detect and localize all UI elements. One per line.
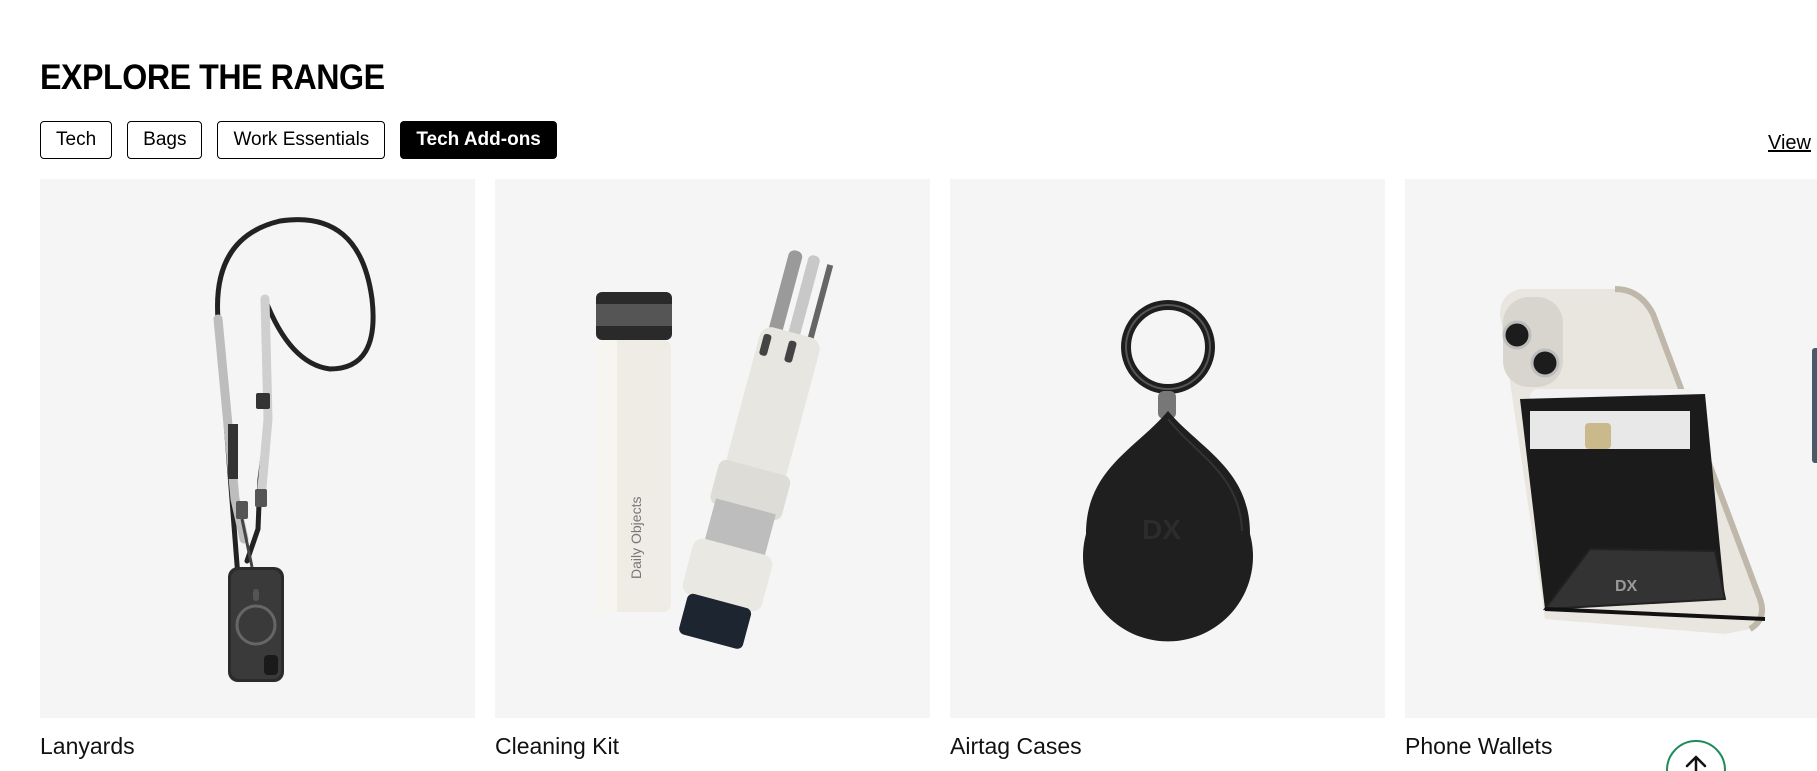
- cleaning-kit-image: Daily Objects: [495, 179, 930, 718]
- product-card-lanyards[interactable]: Lanyards: [40, 179, 475, 760]
- section-title: EXPLORE THE RANGE: [40, 58, 385, 97]
- bottle-brand-text: Daily Objects: [628, 497, 644, 579]
- wallet-logo-text: DX: [1615, 578, 1638, 595]
- view-all-link[interactable]: View: [1768, 132, 1811, 155]
- product-name: Airtag Cases: [950, 733, 1082, 759]
- product-name: Lanyards: [40, 733, 135, 759]
- product-name: Cleaning Kit: [495, 733, 620, 759]
- product-card-airtag-cases[interactable]: DX Airtag Cases: [950, 179, 1385, 760]
- tab-bags[interactable]: Bags: [127, 121, 203, 159]
- tab-work-essentials[interactable]: Work Essentials: [217, 121, 386, 159]
- tab-tech[interactable]: Tech: [40, 121, 113, 159]
- phone-wallet-image: DX: [1405, 179, 1817, 718]
- arrow-up-icon: [1685, 755, 1707, 771]
- carousel-scroll-handle[interactable]: [1812, 348, 1817, 463]
- product-card-phone-wallets[interactable]: DX Phone Wallets: [1405, 179, 1817, 760]
- logo-mark-text: DX: [1142, 514, 1181, 545]
- lanyard-phone-image: [40, 179, 475, 718]
- product-name: Phone Wallets: [1405, 733, 1553, 759]
- product-card-cleaning-kit[interactable]: Daily Objects Cleaning Kit: [495, 179, 930, 760]
- explore-range-section: EXPLORE THE RANGE Tech Bags Work Essenti…: [0, 0, 1817, 771]
- category-tabs: Tech Bags Work Essentials Tech Add-ons: [40, 121, 557, 159]
- tab-tech-add-ons[interactable]: Tech Add-ons: [400, 121, 557, 159]
- airtag-case-image: DX: [950, 179, 1385, 718]
